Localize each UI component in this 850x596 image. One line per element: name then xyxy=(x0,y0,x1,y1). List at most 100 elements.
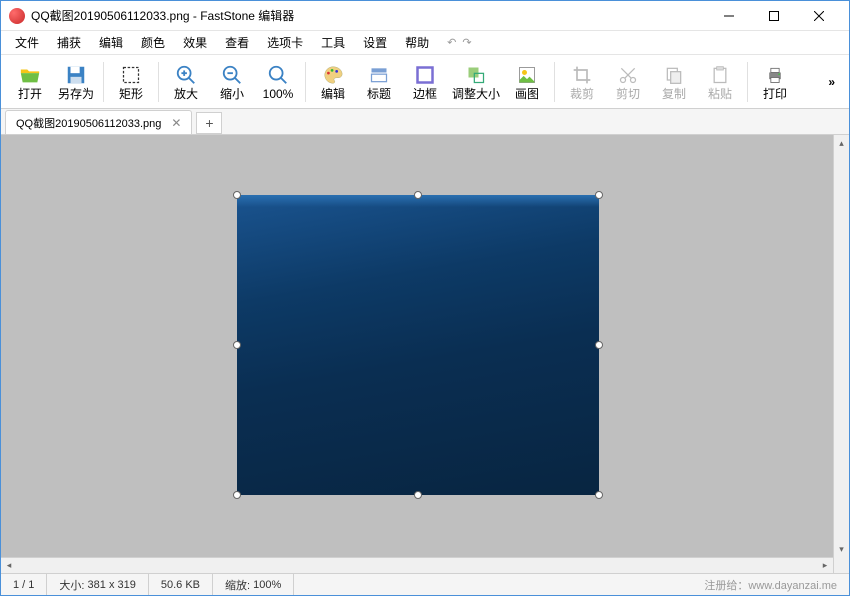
menu-help[interactable]: 帮助 xyxy=(397,32,437,53)
menu-color[interactable]: 颜色 xyxy=(133,32,173,53)
menu-tools[interactable]: 工具 xyxy=(313,32,353,53)
saveas-label: 另存为 xyxy=(58,88,94,100)
resize-button[interactable]: 调整大小 xyxy=(448,59,504,105)
handle-se[interactable] xyxy=(595,491,603,499)
title-button[interactable]: 标题 xyxy=(356,59,402,105)
undo-icon[interactable]: ↶ xyxy=(447,36,456,49)
toolbar-separator xyxy=(103,62,104,102)
rect-label: 矩形 xyxy=(119,88,143,100)
draw-icon xyxy=(516,64,538,86)
copy-button[interactable]: 复制 xyxy=(651,59,697,105)
print-label: 打印 xyxy=(763,88,787,100)
toolbar: 打开 另存为 矩形 放大 缩小 100% 编辑 标题 边框 调整大小 画图 xyxy=(1,55,849,109)
menu-file[interactable]: 文件 xyxy=(7,32,47,53)
canvas-area[interactable]: ▴ ▾ ◂ ▸ xyxy=(1,135,849,573)
menu-tabs[interactable]: 选项卡 xyxy=(259,32,311,53)
menu-edit[interactable]: 编辑 xyxy=(91,32,131,53)
toolbar-separator xyxy=(305,62,306,102)
border-icon xyxy=(414,64,436,86)
cut-button[interactable]: 剪切 xyxy=(605,59,651,105)
handle-sw[interactable] xyxy=(233,491,241,499)
window-controls xyxy=(706,2,841,30)
zoom100-label: 100% xyxy=(263,88,294,100)
copy-label: 复制 xyxy=(662,88,686,100)
toolbar-separator xyxy=(747,62,748,102)
zoomout-button[interactable]: 缩小 xyxy=(209,59,255,105)
tab-label: QQ截图20190506112033.png xyxy=(16,115,161,131)
menu-history-controls: ↶ ↷ xyxy=(447,36,471,49)
crop-label: 裁剪 xyxy=(570,88,594,100)
menubar: 文件 捕获 编辑 颜色 效果 查看 选项卡 工具 设置 帮助 ↶ ↷ xyxy=(1,31,849,55)
new-tab-button[interactable]: + xyxy=(196,112,222,134)
scroll-up-icon[interactable]: ▴ xyxy=(834,135,849,151)
print-button[interactable]: 打印 xyxy=(752,59,798,105)
horizontal-scrollbar[interactable]: ◂ ▸ xyxy=(1,557,833,573)
edited-image[interactable] xyxy=(237,195,599,495)
border-label: 边框 xyxy=(413,88,437,100)
scissors-icon xyxy=(617,64,639,86)
status-filesize: 50.6 KB xyxy=(149,574,213,595)
edit-button[interactable]: 编辑 xyxy=(310,59,356,105)
open-button[interactable]: 打开 xyxy=(7,59,53,105)
crop-icon xyxy=(571,64,593,86)
printer-icon xyxy=(764,64,786,86)
zoomin-label: 放大 xyxy=(174,88,198,100)
rect-select-button[interactable]: 矩形 xyxy=(108,59,154,105)
menu-effect[interactable]: 效果 xyxy=(175,32,215,53)
status-dimensions: 大小: 381 x 319 xyxy=(47,574,148,595)
copy-icon xyxy=(663,64,685,86)
zoom-label: 缩放: xyxy=(225,577,250,593)
close-button[interactable] xyxy=(796,2,841,30)
resize-label: 调整大小 xyxy=(452,88,500,100)
window-title: QQ截图20190506112033.png - FastStone 编辑器 xyxy=(31,7,706,24)
status-registration: 注册给：www.dayanzai.me xyxy=(692,577,849,593)
open-label: 打开 xyxy=(18,88,42,100)
resize-icon xyxy=(465,64,487,86)
palette-icon xyxy=(322,64,344,86)
folder-open-icon xyxy=(19,64,41,86)
menu-capture[interactable]: 捕获 xyxy=(49,32,89,53)
maximize-button[interactable] xyxy=(751,2,796,30)
cut-label: 剪切 xyxy=(616,88,640,100)
handle-e[interactable] xyxy=(595,341,603,349)
toolbar-separator xyxy=(554,62,555,102)
size-value: 381 x 319 xyxy=(88,579,136,591)
edit-label: 编辑 xyxy=(321,88,345,100)
title-label: 标题 xyxy=(367,88,391,100)
handle-n[interactable] xyxy=(414,191,422,199)
vertical-scrollbar[interactable]: ▴ ▾ xyxy=(833,135,849,573)
title-icon xyxy=(368,64,390,86)
scroll-left-icon[interactable]: ◂ xyxy=(1,558,17,573)
scroll-track[interactable] xyxy=(17,558,817,573)
scroll-right-icon[interactable]: ▸ xyxy=(817,558,833,573)
statusbar: 1 / 1 大小: 381 x 319 50.6 KB 缩放: 100% 注册给… xyxy=(1,573,849,595)
image-selection[interactable] xyxy=(237,195,599,495)
menu-view[interactable]: 查看 xyxy=(217,32,257,53)
save-icon xyxy=(65,64,87,86)
handle-s[interactable] xyxy=(414,491,422,499)
paste-label: 粘贴 xyxy=(708,88,732,100)
minimize-button[interactable] xyxy=(706,2,751,30)
toolbar-overflow[interactable]: » xyxy=(820,75,843,89)
app-icon xyxy=(9,8,25,24)
handle-ne[interactable] xyxy=(595,191,603,199)
handle-nw[interactable] xyxy=(233,191,241,199)
toolbar-separator xyxy=(158,62,159,102)
marquee-icon xyxy=(120,64,142,86)
size-label: 大小: xyxy=(59,577,84,593)
zoomin-button[interactable]: 放大 xyxy=(163,59,209,105)
scroll-down-icon[interactable]: ▾ xyxy=(834,541,849,557)
saveas-button[interactable]: 另存为 xyxy=(53,59,99,105)
redo-icon[interactable]: ↷ xyxy=(462,36,471,49)
draw-button[interactable]: 画图 xyxy=(504,59,550,105)
zoom-out-icon xyxy=(221,64,243,86)
zoom100-button[interactable]: 100% xyxy=(255,59,301,105)
border-button[interactable]: 边框 xyxy=(402,59,448,105)
menu-settings[interactable]: 设置 xyxy=(355,32,395,53)
zoomout-label: 缩小 xyxy=(220,88,244,100)
paste-button[interactable]: 粘贴 xyxy=(697,59,743,105)
handle-w[interactable] xyxy=(233,341,241,349)
crop-button[interactable]: 裁剪 xyxy=(559,59,605,105)
document-tab[interactable]: QQ截图20190506112033.png ✕ xyxy=(5,110,192,134)
tab-close-icon[interactable]: ✕ xyxy=(171,116,181,130)
